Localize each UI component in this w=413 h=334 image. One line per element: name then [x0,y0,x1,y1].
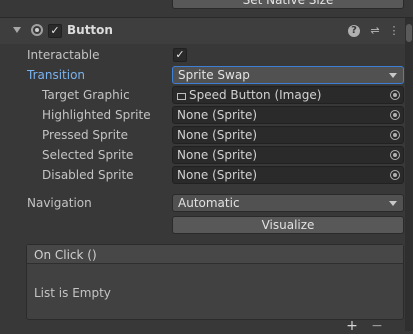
visualize-button[interactable]: Visualize [172,216,404,234]
navigation-value: Automatic [178,196,240,210]
target-graphic-field[interactable]: Speed Button (Image) [172,86,404,104]
component-title: Button [67,23,113,37]
transition-dropdown[interactable]: Sprite Swap [172,66,404,84]
pressed-sprite-field[interactable]: None (Sprite) [172,126,404,144]
component-enabled-checkbox[interactable]: ✓ [48,24,62,38]
navigation-label: Navigation [27,196,92,210]
scrollbar-thumb[interactable] [406,24,412,42]
navigation-dropdown[interactable]: Automatic [172,194,404,212]
context-menu-icon[interactable]: ⋮ [387,24,401,38]
object-picker-icon[interactable] [390,130,400,140]
help-icon[interactable]: ? [348,25,360,37]
object-picker-icon[interactable] [390,170,400,180]
target-graphic-label: Target Graphic [42,88,130,102]
selected-sprite-value: None (Sprite) [177,148,258,162]
foldout-arrow-icon[interactable] [13,27,21,33]
disabled-sprite-field[interactable]: None (Sprite) [172,166,404,184]
highlighted-sprite-field[interactable]: None (Sprite) [172,106,404,124]
object-picker-icon[interactable] [390,110,400,120]
presets-icon[interactable]: ⇌ [368,24,382,38]
highlighted-sprite-value: None (Sprite) [177,108,258,122]
chevron-down-icon [389,73,397,78]
pressed-sprite-value: None (Sprite) [177,128,258,142]
interactable-checkbox[interactable]: ✓ [173,48,187,62]
selected-sprite-label: Selected Sprite [42,148,134,162]
button-component-icon [31,24,43,36]
transition-value: Sprite Swap [178,68,250,82]
selected-sprite-field[interactable]: None (Sprite) [172,146,404,164]
on-click-title: On Click () [34,248,97,262]
set-native-size-button[interactable]: Set Native Size [172,0,404,9]
disabled-sprite-value: None (Sprite) [177,168,258,182]
target-graphic-value: Speed Button (Image) [189,88,322,102]
highlighted-sprite-label: Highlighted Sprite [42,108,151,122]
chevron-down-icon [389,201,397,206]
interactable-label: Interactable [27,48,100,62]
list-empty-text: List is Empty [34,286,111,300]
transition-label: Transition [27,68,86,82]
object-picker-icon[interactable] [390,150,400,160]
pressed-sprite-label: Pressed Sprite [42,128,128,142]
disabled-sprite-label: Disabled Sprite [42,168,134,182]
scrollbar-track[interactable] [405,18,413,331]
image-icon [177,93,186,100]
object-picker-icon[interactable] [390,90,400,100]
